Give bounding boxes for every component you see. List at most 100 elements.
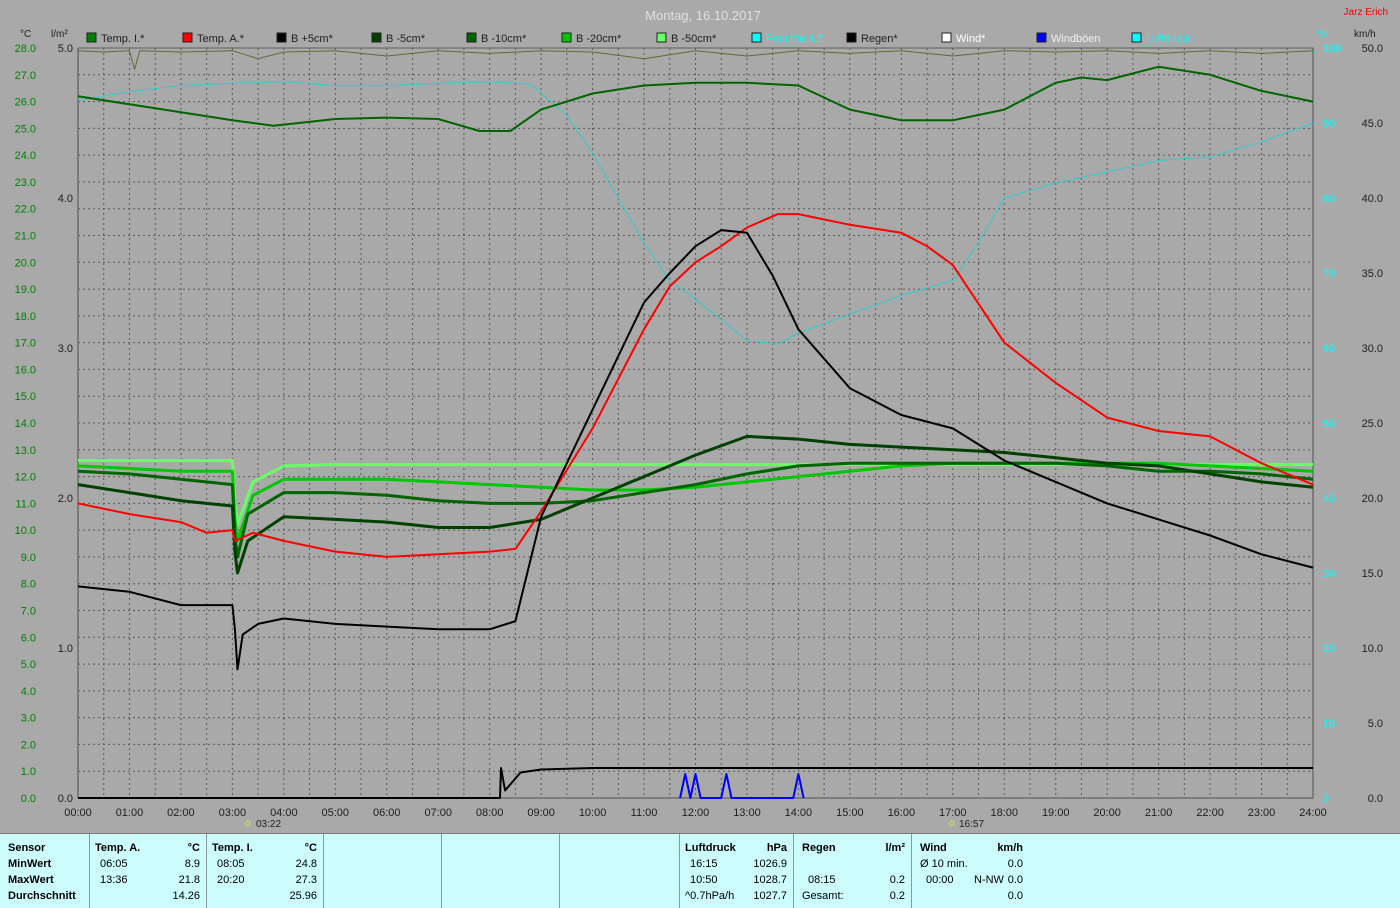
stats-panel: Sensor MinWert MaxWert Durchschnitt Temp…: [0, 833, 1400, 908]
x-tick-label: 14:00: [785, 807, 813, 819]
rain-total-label: Gesamt:: [802, 890, 844, 902]
pressure-trend: ^0.7hPa/h: [685, 890, 735, 902]
x-tick-label: 07:00: [424, 807, 452, 819]
temp-i-unit: °C: [304, 842, 317, 854]
rain-tick-label: 1.0: [58, 643, 73, 655]
temp-tick-label: 0.0: [21, 793, 36, 805]
stats-empty-2: [442, 834, 560, 908]
temp-tick-label: 12.0: [15, 472, 36, 484]
pressure-min: 1026.9: [753, 858, 787, 870]
author-label: Jarz Erich: [1344, 7, 1388, 18]
humidity-tick-label: 60: [1323, 343, 1335, 355]
temp-tick-label: 28.0: [15, 43, 36, 55]
temp-tick-label: 7.0: [21, 606, 36, 618]
temp-tick-label: 9.0: [21, 552, 36, 564]
humidity-tick-label: 30: [1323, 568, 1335, 580]
temp-a-header: Temp. A.: [95, 842, 141, 854]
wind-tick-label: 50.0: [1362, 43, 1383, 55]
pressure-header: Luftdruck: [685, 842, 736, 854]
legend-label: Regen*: [861, 33, 898, 45]
x-tick-label: 24:00: [1299, 807, 1327, 819]
legend-label: Luftdruck: [1146, 33, 1192, 45]
wind-max-dir: N-NW: [974, 874, 1004, 886]
temp-tick-label: 20.0: [15, 257, 36, 269]
row-label-min: MinWert: [8, 858, 52, 870]
x-tick-label: 08:00: [476, 807, 504, 819]
legend-label: Temp. I.*: [101, 33, 145, 45]
x-tick-label: 02:00: [167, 807, 195, 819]
sunrise-marker: ☼ 03:22: [243, 817, 281, 830]
temp-a-min: 8.9: [184, 858, 200, 870]
x-tick-label: 15:00: [836, 807, 864, 819]
legend-swatch: [751, 32, 762, 43]
temp-a-avg: 14.26: [172, 890, 200, 902]
wind-tick-label: 20.0: [1362, 493, 1383, 505]
rain-axis-unit: l/m²: [51, 29, 68, 40]
wind-tick-label: 45.0: [1362, 118, 1383, 130]
temp-a-max: 21.8: [178, 874, 200, 886]
stats-labels: Sensor MinWert MaxWert Durchschnitt: [0, 834, 90, 908]
sunrise-time: 03:22: [256, 819, 281, 830]
temp-tick-label: 27.0: [15, 70, 36, 82]
rain-header: Regen: [802, 842, 836, 854]
temp-tick-label: 11.0: [15, 498, 36, 510]
x-tick-label: 20:00: [1093, 807, 1121, 819]
legend-label: Feuchte A.*: [766, 33, 824, 45]
pressure-max: 1028.7: [753, 874, 787, 886]
legend-swatch: [941, 32, 952, 43]
sun-icon: ☼: [947, 817, 957, 829]
stats-wind: Wind km/h Ø 10 min. 0.0 00:00 N-NW 0.0 0…: [912, 834, 1027, 908]
rain-tick-label: 2.0: [58, 493, 73, 505]
x-tick-label: 04:00: [270, 807, 298, 819]
legend-swatch: [466, 32, 477, 43]
wind-avg-label: Ø 10 min.: [920, 858, 968, 870]
humidity-tick-label: 100: [1323, 43, 1341, 55]
temp-tick-label: 17.0: [15, 338, 36, 350]
legend-swatch: [182, 32, 193, 43]
x-tick-label: 19:00: [1042, 807, 1070, 819]
legend-label: B -5cm*: [386, 33, 426, 45]
temp-tick-label: 16.0: [15, 364, 36, 376]
wind-tick-label: 40.0: [1362, 193, 1383, 205]
temp-tick-label: 4.0: [21, 686, 36, 698]
legend-label: B -50cm*: [671, 33, 717, 45]
temp-tick-label: 13.0: [15, 445, 36, 457]
pressure-min-time: 16:15: [690, 858, 718, 870]
humidity-tick-label: 50: [1323, 418, 1335, 430]
temp-i-min-time: 08:05: [217, 858, 245, 870]
stats-pressure: Luftdruck hPa 16:15 1026.9 10:50 1028.7 …: [680, 834, 794, 908]
x-tick-label: 10:00: [579, 807, 607, 819]
row-label-avg: Durchschnitt: [8, 890, 76, 902]
temp-tick-label: 22.0: [15, 204, 36, 216]
rain-tick-label: 3.0: [58, 343, 73, 355]
temp-a-max-time: 13:36: [100, 874, 128, 886]
sunset-marker: ☼ 16:57: [947, 817, 984, 830]
temp-tick-label: 25.0: [15, 123, 36, 135]
legend-swatch: [561, 32, 572, 43]
humidity-tick-label: 70: [1323, 268, 1335, 280]
temp-tick-label: 5.0: [21, 659, 36, 671]
x-tick-label: 03:00: [219, 807, 247, 819]
wind-max: 0.0: [1007, 874, 1023, 886]
chart-legend: Temp. I.* Temp. A.* B +5cm* B -5cm* B -10cm*…: [86, 32, 1192, 45]
x-tick-label: 22:00: [1196, 807, 1224, 819]
legend-swatch: [1036, 32, 1047, 43]
temp-tick-label: 3.0: [21, 713, 36, 725]
legend-swatch: [86, 32, 97, 43]
wind-tick-label: 25.0: [1362, 418, 1383, 430]
temp-tick-label: 1.0: [21, 766, 36, 778]
legend-swatch: [656, 32, 667, 43]
x-tick-label: 13:00: [733, 807, 761, 819]
wind-max-time: 00:00: [926, 874, 954, 886]
sunset-time: 16:57: [959, 819, 984, 830]
temp-tick-label: 2.0: [21, 739, 36, 751]
temp-tick-label: 21.0: [15, 231, 36, 243]
wind-unit: km/h: [997, 842, 1023, 854]
humidity-tick-label: 20: [1323, 643, 1335, 655]
temp-axis-unit: °C: [20, 29, 31, 40]
temp-i-max: 27.3: [295, 874, 317, 886]
stats-empty-1: [324, 834, 442, 908]
temp-tick-label: 23.0: [15, 177, 36, 189]
wind-tick-label: 5.0: [1368, 718, 1383, 730]
wind-header: Wind: [920, 842, 947, 854]
